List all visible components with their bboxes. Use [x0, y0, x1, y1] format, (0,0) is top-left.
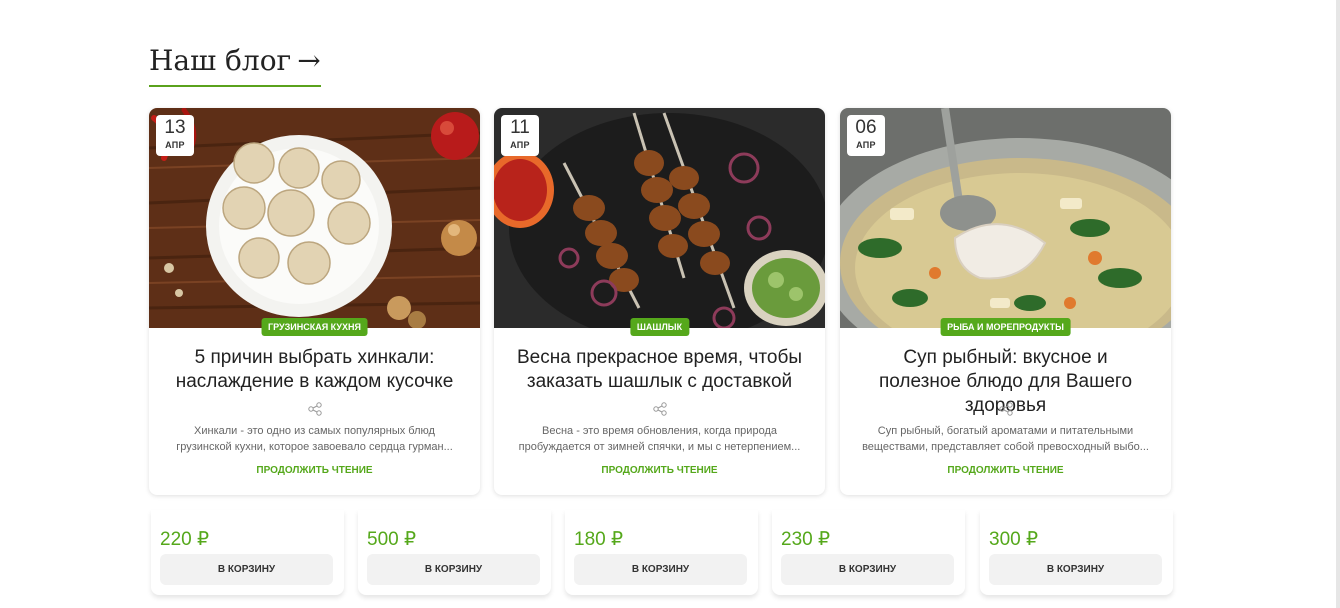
add-to-cart-button[interactable]: В корзину [367, 554, 540, 585]
read-more-link[interactable]: Продолжить чтение [494, 465, 825, 476]
date-badge: 13 АПР [156, 115, 194, 156]
product-price: 180 ₽ [574, 529, 624, 550]
date-day: 11 [510, 117, 530, 138]
shashlik-photo[interactable] [494, 108, 825, 328]
category-tag[interactable]: Грузинская кухня [261, 318, 368, 336]
add-to-cart-button[interactable]: В корзину [160, 554, 333, 585]
blog-card[interactable]: 06 АПР Рыба и морепродукты Суп рыбный: в… [840, 108, 1171, 495]
blog-card[interactable]: 13 АПР Грузинская кухня 5 причин выбрать… [149, 108, 480, 495]
share-icon[interactable] [652, 402, 667, 416]
category-tag[interactable]: Шашлык [629, 318, 690, 336]
date-badge: 06 АПР [847, 115, 885, 156]
post-title[interactable]: Весна прекрасное время, чтобы заказать ш… [514, 346, 805, 394]
arrow-right-icon: → [297, 44, 321, 77]
post-excerpt: Весна - это время обновления, когда прир… [518, 425, 801, 453]
product-card: 500 ₽ В корзину [358, 510, 551, 595]
product-price: 230 ₽ [781, 529, 831, 550]
blog-section-title[interactable]: Наш блог → [149, 44, 321, 87]
product-price: 300 ₽ [989, 529, 1039, 550]
share-icon[interactable] [998, 402, 1013, 416]
product-card: 230 ₽ В корзину [772, 510, 965, 595]
product-card: 300 ₽ В корзину [980, 510, 1173, 595]
date-month: АПР [856, 140, 876, 150]
page-scrollbar[interactable] [1336, 0, 1340, 608]
read-more-link[interactable]: Продолжить чтение [840, 465, 1171, 476]
add-to-cart-button[interactable]: В корзину [781, 554, 954, 585]
date-month: АПР [165, 140, 185, 150]
date-month: АПР [510, 140, 530, 150]
date-day: 13 [164, 117, 186, 138]
product-price: 500 ₽ [367, 529, 417, 550]
blog-title-text: Наш блог [149, 44, 292, 77]
blog-card[interactable]: 11 АПР Шашлык Весна прекрасное время, чт… [494, 108, 825, 495]
khinkali-photo[interactable] [149, 108, 480, 328]
date-day: 06 [855, 117, 877, 138]
fish-soup-photo[interactable] [840, 108, 1171, 328]
category-tag[interactable]: Рыба и морепродукты [940, 318, 1071, 336]
product-card: 220 ₽ В корзину [151, 510, 344, 595]
date-badge: 11 АПР [501, 115, 539, 156]
product-price: 220 ₽ [160, 529, 210, 550]
add-to-cart-button[interactable]: В корзину [989, 554, 1162, 585]
product-card: 180 ₽ В корзину [565, 510, 758, 595]
share-icon[interactable] [307, 402, 322, 416]
post-title[interactable]: 5 причин выбрать хинкали: наслаждение в … [169, 346, 460, 394]
post-excerpt: Суп рыбный, богатый ароматами и питатель… [862, 425, 1149, 453]
add-to-cart-button[interactable]: В корзину [574, 554, 747, 585]
post-excerpt: Хинкали - это одно из самых популярных б… [176, 425, 453, 453]
read-more-link[interactable]: Продолжить чтение [149, 465, 480, 476]
